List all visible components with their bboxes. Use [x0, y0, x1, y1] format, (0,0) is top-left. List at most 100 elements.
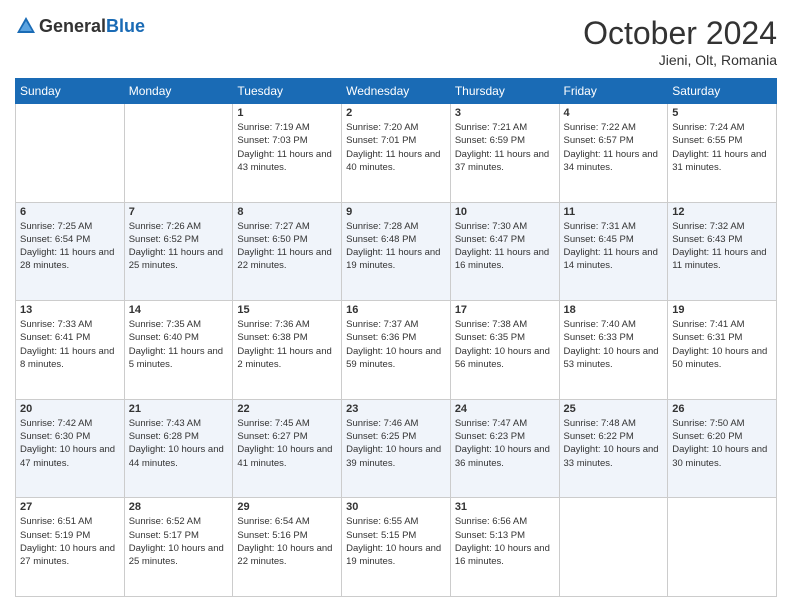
calendar-cell: 30Sunrise: 6:55 AM Sunset: 5:15 PM Dayli… — [342, 498, 451, 597]
day-number: 29 — [237, 501, 337, 513]
day-number: 14 — [129, 304, 229, 316]
calendar-cell: 5Sunrise: 7:24 AM Sunset: 6:55 PM Daylig… — [668, 104, 777, 203]
day-number: 12 — [672, 206, 772, 218]
calendar-cell: 1Sunrise: 7:19 AM Sunset: 7:03 PM Daylig… — [233, 104, 342, 203]
logo-icon — [15, 15, 37, 37]
day-info: Sunrise: 7:50 AM Sunset: 6:20 PM Dayligh… — [672, 417, 772, 470]
logo-text: GeneralBlue — [39, 16, 145, 37]
day-info: Sunrise: 7:38 AM Sunset: 6:35 PM Dayligh… — [455, 318, 555, 371]
day-number: 30 — [346, 501, 446, 513]
day-info: Sunrise: 7:25 AM Sunset: 6:54 PM Dayligh… — [20, 220, 120, 273]
day-number: 7 — [129, 206, 229, 218]
day-info: Sunrise: 6:54 AM Sunset: 5:16 PM Dayligh… — [237, 515, 337, 568]
weekday-header-thursday: Thursday — [450, 79, 559, 104]
calendar-cell: 23Sunrise: 7:46 AM Sunset: 6:25 PM Dayli… — [342, 399, 451, 498]
calendar-cell: 12 Sunrise: 7:32 AM Sunset: 6:43 PM Dayli… — [668, 202, 777, 301]
day-info: Sunrise: 7:35 AM Sunset: 6:40 PM Dayligh… — [129, 318, 229, 371]
calendar-cell: 26 Sunrise: 7:50 AM Sunset: 6:20 PM Dayli… — [668, 399, 777, 498]
day-info: Sunrise: 7:28 AM Sunset: 6:48 PM Dayligh… — [346, 220, 446, 273]
day-number: 18 — [564, 304, 664, 316]
day-number: 24 — [455, 403, 555, 415]
week-row-5: 27Sunrise: 6:51 AM Sunset: 5:19 PM Dayli… — [16, 498, 777, 597]
calendar-cell: 27Sunrise: 6:51 AM Sunset: 5:19 PM Dayli… — [16, 498, 125, 597]
day-number: 27 — [20, 501, 120, 513]
day-number: 13 — [20, 304, 120, 316]
page: GeneralBlue October 2024 Jieni, Olt, Rom… — [0, 0, 792, 612]
calendar-cell: 17Sunrise: 7:38 AM Sunset: 6:35 PM Dayli… — [450, 301, 559, 400]
day-info: Sunrise: 7:47 AM Sunset: 6:23 PM Dayligh… — [455, 417, 555, 470]
calendar-cell — [559, 498, 668, 597]
day-info: Sunrise: 7:26 AM Sunset: 6:52 PM Dayligh… — [129, 220, 229, 273]
calendar-cell — [124, 104, 233, 203]
calendar-cell: 14 Sunrise: 7:35 AM Sunset: 6:40 PM Dayli… — [124, 301, 233, 400]
day-info: Sunrise: 7:24 AM Sunset: 6:55 PM Dayligh… — [672, 121, 772, 174]
day-info: Sunrise: 7:30 AM Sunset: 6:47 PM Dayligh… — [455, 220, 555, 273]
month-title: October 2024 — [583, 15, 777, 52]
day-number: 26 — [672, 403, 772, 415]
day-number: 28 — [129, 501, 229, 513]
week-row-4: 20 Sunrise: 7:42 AM Sunset: 6:30 PM Dayli… — [16, 399, 777, 498]
calendar-cell: 3 Sunrise: 7:21 AM Sunset: 6:59 PM Daylig… — [450, 104, 559, 203]
calendar-cell: 20 Sunrise: 7:42 AM Sunset: 6:30 PM Dayli… — [16, 399, 125, 498]
day-number: 1 — [237, 107, 337, 119]
day-info: Sunrise: 7:40 AM Sunset: 6:33 PM Dayligh… — [564, 318, 664, 371]
day-info: Sunrise: 7:22 AM Sunset: 6:57 PM Dayligh… — [564, 121, 664, 174]
day-info: Sunrise: 7:21 AM Sunset: 6:59 PM Dayligh… — [455, 121, 555, 174]
title-block: October 2024 Jieni, Olt, Romania — [583, 15, 777, 68]
calendar-cell: 22 Sunrise: 7:45 AM Sunset: 6:27 PM Dayli… — [233, 399, 342, 498]
day-info: Sunrise: 6:52 AM Sunset: 5:17 PM Dayligh… — [129, 515, 229, 568]
day-number: 21 — [129, 403, 229, 415]
day-info: Sunrise: 7:20 AM Sunset: 7:01 PM Dayligh… — [346, 121, 446, 174]
day-number: 4 — [564, 107, 664, 119]
logo: GeneralBlue — [15, 15, 145, 37]
calendar-cell: 31 Sunrise: 6:56 AM Sunset: 5:13 PM Dayli… — [450, 498, 559, 597]
calendar-cell: 2 Sunrise: 7:20 AM Sunset: 7:01 PM Daylig… — [342, 104, 451, 203]
weekday-header-sunday: Sunday — [16, 79, 125, 104]
day-info: Sunrise: 6:56 AM Sunset: 5:13 PM Dayligh… — [455, 515, 555, 568]
day-info: Sunrise: 7:31 AM Sunset: 6:45 PM Dayligh… — [564, 220, 664, 273]
day-info: Sunrise: 7:27 AM Sunset: 6:50 PM Dayligh… — [237, 220, 337, 273]
day-number: 22 — [237, 403, 337, 415]
calendar-cell: 29 Sunrise: 6:54 AM Sunset: 5:16 PM Dayli… — [233, 498, 342, 597]
day-number: 2 — [346, 107, 446, 119]
logo-general: General — [39, 16, 106, 36]
day-info: Sunrise: 7:32 AM Sunset: 6:43 PM Dayligh… — [672, 220, 772, 273]
day-info: Sunrise: 7:37 AM Sunset: 6:36 PM Dayligh… — [346, 318, 446, 371]
weekday-header-monday: Monday — [124, 79, 233, 104]
day-number: 20 — [20, 403, 120, 415]
week-row-2: 6 Sunrise: 7:25 AM Sunset: 6:54 PM Daylig… — [16, 202, 777, 301]
day-number: 16 — [346, 304, 446, 316]
calendar-cell: 6 Sunrise: 7:25 AM Sunset: 6:54 PM Daylig… — [16, 202, 125, 301]
calendar-cell: 25Sunrise: 7:48 AM Sunset: 6:22 PM Dayli… — [559, 399, 668, 498]
day-info: Sunrise: 7:41 AM Sunset: 6:31 PM Dayligh… — [672, 318, 772, 371]
day-number: 3 — [455, 107, 555, 119]
calendar-header: SundayMondayTuesdayWednesdayThursdayFrid… — [16, 79, 777, 104]
calendar-cell: 13Sunrise: 7:33 AM Sunset: 6:41 PM Dayli… — [16, 301, 125, 400]
day-number: 10 — [455, 206, 555, 218]
day-number: 6 — [20, 206, 120, 218]
day-info: Sunrise: 7:42 AM Sunset: 6:30 PM Dayligh… — [20, 417, 120, 470]
weekday-header-row: SundayMondayTuesdayWednesdayThursdayFrid… — [16, 79, 777, 104]
header: GeneralBlue October 2024 Jieni, Olt, Rom… — [15, 15, 777, 68]
calendar-cell — [668, 498, 777, 597]
day-info: Sunrise: 7:43 AM Sunset: 6:28 PM Dayligh… — [129, 417, 229, 470]
day-number: 8 — [237, 206, 337, 218]
week-row-1: 1Sunrise: 7:19 AM Sunset: 7:03 PM Daylig… — [16, 104, 777, 203]
calendar-table: SundayMondayTuesdayWednesdayThursdayFrid… — [15, 78, 777, 597]
weekday-header-friday: Friday — [559, 79, 668, 104]
day-number: 11 — [564, 206, 664, 218]
weekday-header-saturday: Saturday — [668, 79, 777, 104]
calendar-cell: 16 Sunrise: 7:37 AM Sunset: 6:36 PM Dayli… — [342, 301, 451, 400]
calendar-cell: 10 Sunrise: 7:30 AM Sunset: 6:47 PM Dayli… — [450, 202, 559, 301]
location-title: Jieni, Olt, Romania — [583, 52, 777, 68]
day-info: Sunrise: 7:36 AM Sunset: 6:38 PM Dayligh… — [237, 318, 337, 371]
weekday-header-wednesday: Wednesday — [342, 79, 451, 104]
day-number: 31 — [455, 501, 555, 513]
calendar-cell: 15Sunrise: 7:36 AM Sunset: 6:38 PM Dayli… — [233, 301, 342, 400]
day-number: 9 — [346, 206, 446, 218]
calendar-cell — [16, 104, 125, 203]
day-info: Sunrise: 7:48 AM Sunset: 6:22 PM Dayligh… — [564, 417, 664, 470]
calendar-cell: 24 Sunrise: 7:47 AM Sunset: 6:23 PM Dayli… — [450, 399, 559, 498]
day-info: Sunrise: 7:46 AM Sunset: 6:25 PM Dayligh… — [346, 417, 446, 470]
day-info: Sunrise: 7:45 AM Sunset: 6:27 PM Dayligh… — [237, 417, 337, 470]
